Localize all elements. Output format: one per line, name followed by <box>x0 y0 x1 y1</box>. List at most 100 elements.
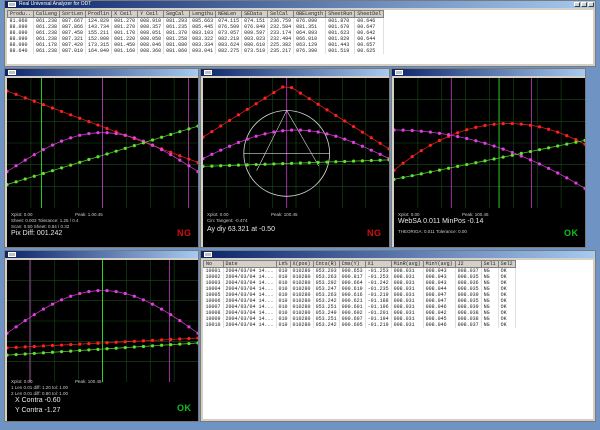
results-column-header[interactable]: J2 <box>454 260 482 268</box>
analyzer-column-header[interactable]: NEWLen <box>215 10 243 18</box>
series-a-point <box>150 338 155 343</box>
series-c-point <box>105 347 109 351</box>
series-c-point <box>23 352 27 356</box>
results-column-header[interactable]: Sel2 <box>497 260 516 268</box>
results-column-header[interactable]: Sel1 <box>480 260 499 268</box>
series-c-point <box>69 163 73 167</box>
plot-window-3[interactable]: Xplot: 0.00 Peak: 100.45 WebSA 0.011 Min… <box>391 68 586 248</box>
series-b-point <box>96 131 100 135</box>
plot-window-2[interactable]: Xplot: 0.00 Peak: 100.45 Circ Tangent: -… <box>200 68 390 248</box>
analyzer-column-header[interactable]: Lengthu <box>189 10 217 18</box>
series-c-point <box>419 172 423 176</box>
analyzer-column-header[interactable]: OBELength <box>293 10 327 18</box>
analyzer-table-row[interactable]: 88.640 061.238 087.010 164.049 001.160 008.36… <box>7 48 385 54</box>
series-b-point <box>50 302 55 306</box>
results-table-row[interactable]: 10010 2004/03/04 14... 010 010280 053.242 000… <box>203 322 516 328</box>
close-icon[interactable] <box>588 2 594 7</box>
series-b-point <box>528 158 533 162</box>
analyzer-column-header[interactable]: Produ.. <box>7 10 35 18</box>
series-a-point <box>23 345 27 349</box>
analyzer-column-header[interactable]: SelCal <box>267 10 295 18</box>
plot-window-4[interactable]: Xplot: 0.00 Peak: 100.45 1 Len 0.01 diff… <box>4 250 199 422</box>
analyzer-table-cell: 093.041 <box>189 48 217 54</box>
series-a-point <box>298 91 303 95</box>
series-a-point <box>492 122 496 126</box>
series-a-point <box>123 340 127 344</box>
analyzer-title: Real Universal Analyzer for ODT <box>19 1 92 7</box>
results-column-header[interactable]: Cnts(R) <box>312 260 340 268</box>
series-c-point <box>132 345 136 349</box>
analyzer-column-header[interactable]: SortLen <box>59 10 87 18</box>
results-column-header[interactable]: MinR(avg) <box>390 260 424 268</box>
plot-3-readout: WebSA 0.011 MinPos -0.14 <box>398 218 484 225</box>
results-column-header[interactable]: X1 <box>364 260 392 268</box>
series-b-point <box>378 152 382 156</box>
series-c-point <box>50 169 55 173</box>
results-column-header[interactable]: Cms(Y) <box>338 260 366 268</box>
series-a-point <box>351 124 356 129</box>
series-c-point <box>169 343 173 347</box>
series-b-point <box>492 144 496 148</box>
plot-2-readout: Ay diy 63.321 at -0.50 <box>207 226 275 233</box>
analyzer-column-header[interactable]: X Ceil <box>111 10 139 18</box>
results-grid[interactable]: No Date Ln% X(pos) Cnts(R) Cms(Y) X1 MinR(avg) M… <box>203 260 593 419</box>
series-c-point <box>187 127 191 131</box>
results-window-icon <box>204 252 212 257</box>
series-b-point <box>325 132 329 136</box>
series-a-point <box>410 155 414 159</box>
plot-1-title-bar[interactable] <box>5 69 198 76</box>
results-title-bar[interactable] <box>201 251 595 258</box>
analyzer-column-header[interactable]: SheetRun <box>325 10 356 18</box>
series-b-point <box>565 176 569 180</box>
series-b-point <box>105 131 109 135</box>
analyzer-grid[interactable]: Produ.. CalLeng SortLen Prodlin X Ceil Y Ceil… <box>7 10 593 64</box>
series-b-point <box>446 133 451 137</box>
analyzer-column-header[interactable]: Prodlin <box>85 10 113 18</box>
analyzer-column-header[interactable]: SheetDel <box>354 10 385 18</box>
series-b-point <box>483 141 487 145</box>
analyzer-column-header[interactable]: Y Ceil <box>137 10 165 18</box>
series-b-point <box>419 129 423 133</box>
analyzer-column-header[interactable]: CalLeng <box>33 10 61 18</box>
plot-1-stat-2: Sheet: 0.003 Tolerance: 1.25 / 0.4 <box>11 218 79 223</box>
analyzer-column-header[interactable]: SEData <box>241 10 269 18</box>
series-c-point <box>272 162 276 166</box>
series-b-point <box>14 164 18 168</box>
plot-window-1[interactable]: Xplot: 0.00 Peak: 1.00.45 Sheet: 0.003 T… <box>4 68 199 248</box>
series-c-point <box>565 142 569 146</box>
series-b-point <box>69 136 73 140</box>
plot-3-title-bar[interactable] <box>392 69 585 76</box>
results-table-cell: 010280 <box>290 322 314 328</box>
series-b-point <box>87 289 91 294</box>
series-c-point <box>254 162 258 167</box>
plot-2-title-bar[interactable] <box>201 69 389 76</box>
series-b-point <box>59 298 64 302</box>
series-c-point <box>32 174 36 178</box>
series-c-point <box>78 348 82 353</box>
series-a-point <box>343 119 347 123</box>
plot-3-ok-badge: OK <box>564 228 579 238</box>
series-a-point <box>565 133 569 138</box>
analyzer-table-cell: 082.275 <box>215 48 243 54</box>
series-a-point <box>96 341 100 345</box>
analyzer-column-header[interactable]: SegCal <box>163 10 191 18</box>
series-b-point <box>160 148 164 152</box>
series-c-point <box>23 177 27 181</box>
results-column-header[interactable]: No <box>203 260 224 268</box>
analyzer-table-cell: 001.160 <box>111 48 139 54</box>
plot-4-stat-1: Peak: 100.45 <box>75 379 102 384</box>
minimize-icon[interactable] <box>574 2 580 7</box>
plot-4-title-bar[interactable] <box>5 251 198 258</box>
results-column-header[interactable]: X(pos) <box>289 260 314 268</box>
series-a-point <box>96 123 100 127</box>
series-a-point <box>105 126 109 131</box>
series-c-point <box>87 348 91 352</box>
series-b-point <box>307 129 311 133</box>
series-a-point <box>69 113 73 117</box>
results-column-header[interactable]: Ln% <box>275 260 291 268</box>
results-column-header[interactable]: Date <box>222 260 277 268</box>
results-column-header[interactable]: MinY(avg) <box>422 260 456 268</box>
maximize-icon[interactable] <box>581 2 587 7</box>
analyzer-table-cell: 00.625 <box>354 48 385 54</box>
analyzer-title-bar[interactable]: Real Universal Analyzer for ODT <box>5 1 595 8</box>
